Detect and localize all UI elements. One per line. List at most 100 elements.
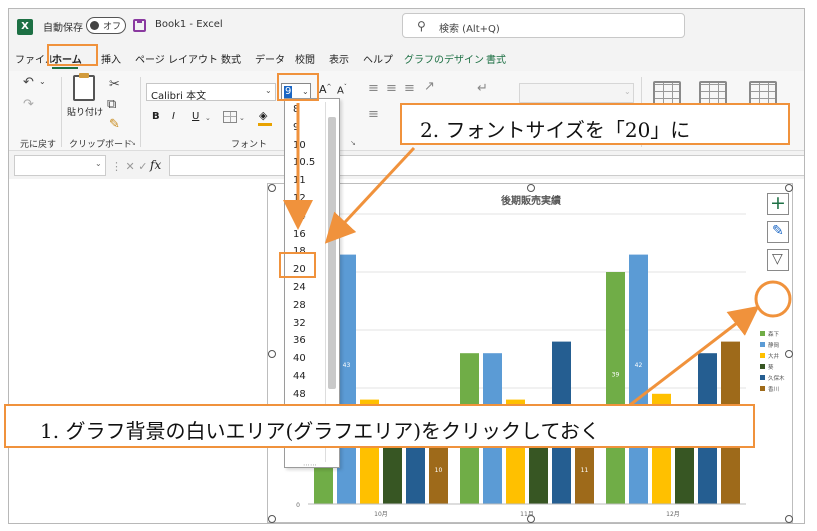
align-bottom-icon[interactable]: ≡: [404, 81, 415, 96]
brush-icon: ✎: [772, 223, 784, 239]
increase-font-icon[interactable]: A^: [319, 83, 332, 96]
formula-input[interactable]: [169, 155, 804, 176]
format-painter-icon[interactable]: ✎: [109, 117, 120, 132]
font-name-box[interactable]: Calibri 本文 ⌄: [146, 83, 276, 102]
search-icon: ⚲: [417, 19, 426, 33]
tab-help[interactable]: ヘルプ: [363, 51, 393, 66]
font-size-option[interactable]: 36: [293, 335, 306, 346]
chevron-down-icon[interactable]: ⌄: [205, 114, 211, 122]
bold-button[interactable]: B: [152, 111, 160, 122]
font-size-option[interactable]: 44: [293, 371, 306, 382]
font-size-option[interactable]: 11: [293, 175, 306, 186]
x-tick-label: 12月: [666, 511, 680, 518]
callout-step1: 1. グラフ背景の白いエリア(グラフエリア)をクリックしておく: [4, 404, 755, 448]
chart-bar: [629, 254, 648, 504]
copy-icon[interactable]: ⧉: [107, 97, 116, 112]
data-label: 10: [435, 467, 443, 474]
orientation-icon[interactable]: ↗: [424, 79, 435, 94]
legend-swatch: [760, 364, 765, 369]
paste-label[interactable]: 貼り付け: [67, 105, 103, 118]
autosave-state: オフ: [103, 22, 122, 32]
x-tick-label: 10月: [374, 511, 388, 518]
font-size-option[interactable]: 8: [293, 104, 299, 115]
chevron-down-icon: ⌄: [95, 159, 102, 168]
font-size-option[interactable]: 24: [293, 282, 306, 293]
chart-styles-button[interactable]: ✎: [767, 221, 789, 243]
decrease-font-icon[interactable]: Aˇ: [337, 84, 347, 96]
autosave-toggle[interactable]: オフ: [86, 17, 126, 34]
callout-step2: 2. フォントサイズを「20」に: [400, 103, 790, 145]
chevron-down-icon[interactable]: ⌄: [239, 114, 245, 122]
tab-format[interactable]: 書式: [486, 51, 506, 66]
excel-logo-icon: X: [17, 19, 33, 35]
undo-icon[interactable]: ↶: [23, 75, 34, 90]
selection-handle: [785, 350, 793, 358]
tab-chart-design[interactable]: グラフのデザイン: [404, 51, 484, 66]
font-size-option[interactable]: 48: [293, 389, 306, 400]
title-bar: X 自動保存 オフ Book1 - Excel ⚲ 検索 (Alt+Q): [9, 9, 804, 45]
ribbon-tabs: ファイル ホーム 挿入 ページ レイアウト 数式 データ 校閲 表示 ヘルプ グ…: [9, 45, 804, 71]
wrap-text-icon[interactable]: ↵: [477, 81, 488, 96]
underline-button[interactable]: U: [192, 111, 199, 122]
font-size-option[interactable]: 12: [293, 193, 306, 204]
active-tab-indicator: [52, 67, 78, 69]
font-size-option[interactable]: 40: [293, 353, 306, 364]
font-size-option[interactable]: 14: [293, 211, 306, 222]
font-size-option[interactable]: 32: [293, 318, 306, 329]
font-size-highlight: [277, 73, 319, 101]
legend-label: 大井: [768, 352, 780, 360]
tab-insert[interactable]: 挿入: [101, 51, 121, 66]
selection-handle: [268, 184, 276, 192]
worksheet-area[interactable]: 後期販売実績01020304050431010月261111月394212月森下…: [9, 179, 804, 523]
undo-dropdown-icon[interactable]: ⌄: [39, 77, 46, 86]
align-middle-icon[interactable]: ≡: [386, 81, 397, 96]
clipboard-launcher-icon[interactable]: ↘: [130, 139, 136, 147]
function-icon[interactable]: fx: [150, 158, 161, 172]
fill-color-icon[interactable]: ◈: [259, 109, 267, 122]
chart-elements-button[interactable]: +: [767, 192, 789, 215]
borders-icon[interactable]: [223, 111, 237, 123]
toggle-knob: [90, 21, 99, 30]
chart-bar: [606, 272, 625, 504]
home-tab-highlight: [47, 44, 98, 66]
font-size-option[interactable]: 10.5: [293, 157, 315, 168]
save-icon[interactable]: [133, 19, 146, 32]
chart-filters-button[interactable]: ▽: [767, 249, 789, 271]
font-size-option[interactable]: 9: [293, 122, 299, 133]
font-size-option[interactable]: 10: [293, 140, 306, 151]
callout-step1-text: 1. グラフ背景の白いエリア(グラフエリア)をクリックしておく: [40, 419, 600, 443]
group-divider: [140, 77, 141, 147]
undo-group-label: 元に戻す: [20, 140, 57, 150]
callout-step2-text: 2. フォントサイズを「20」に: [420, 118, 691, 142]
tab-formulas[interactable]: 数式: [221, 51, 241, 66]
chart-bar: [675, 446, 694, 504]
cut-icon[interactable]: ✂: [109, 77, 120, 92]
italic-button[interactable]: I: [172, 111, 175, 122]
number-format-box[interactable]: ⌄: [519, 83, 634, 103]
font-name-value: Calibri 本文: [151, 91, 207, 102]
scrollbar-thumb[interactable]: [328, 117, 336, 389]
tab-page-layout[interactable]: ページ レイアウト: [135, 51, 218, 66]
fill-color-swatch: [258, 123, 272, 126]
font-size-option[interactable]: 28: [293, 300, 306, 311]
legend-label: 葵: [768, 363, 774, 371]
legend-label: 久保木: [768, 374, 785, 382]
search-box[interactable]: ⚲ 検索 (Alt+Q): [402, 13, 685, 38]
font-size-option[interactable]: 16: [293, 229, 306, 240]
chart-area[interactable]: 後期販売実績01020304050431010月261111月394212月森下…: [267, 183, 793, 523]
paste-icon[interactable]: [73, 73, 95, 101]
font-group-label: フォント: [231, 140, 268, 150]
align-top-icon[interactable]: ≡: [368, 81, 379, 96]
name-box[interactable]: ⌄: [14, 155, 106, 176]
resize-grip-icon[interactable]: ⋯⋯: [303, 461, 317, 469]
chart-bar: [529, 446, 548, 504]
chart-bar: [383, 446, 402, 504]
data-label: 43: [343, 362, 351, 369]
tab-data[interactable]: データ: [255, 51, 285, 66]
font-launcher-icon[interactable]: ↘: [350, 139, 356, 147]
selection-handle: [268, 350, 276, 358]
tab-review[interactable]: 校閲: [295, 51, 315, 66]
tab-view[interactable]: 表示: [329, 51, 349, 66]
align-left-icon[interactable]: ≡: [368, 107, 379, 122]
selection-handle: [785, 184, 793, 192]
